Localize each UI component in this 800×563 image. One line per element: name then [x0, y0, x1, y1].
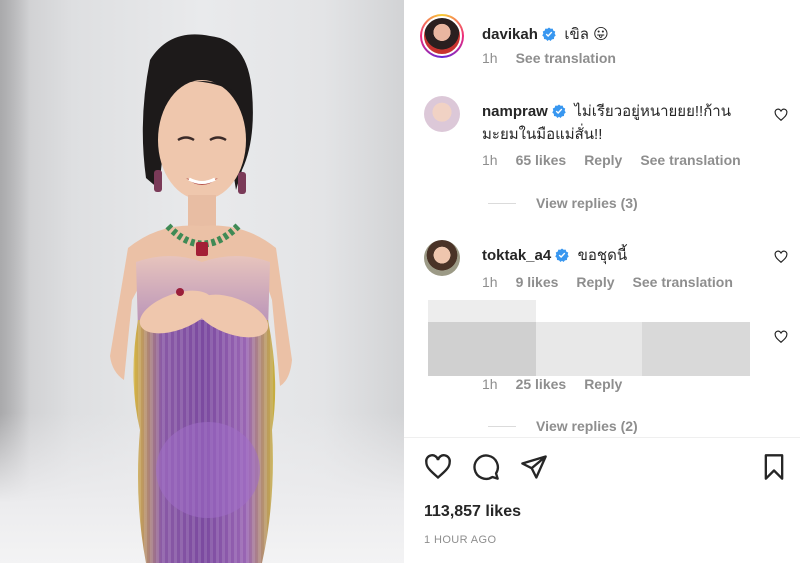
actions-divider	[404, 437, 800, 438]
heart-icon[interactable]	[424, 453, 452, 481]
comment-1-meta: 1h 65 likes Reply See translation	[482, 152, 741, 168]
comment-3-like-heart-icon[interactable]	[774, 330, 788, 344]
comment-1-text-line2: มะยมในมือแม่สั่น!!	[482, 126, 603, 143]
comment-1-like-heart-icon[interactable]	[774, 108, 788, 122]
replies-divider-line	[488, 425, 516, 427]
comment-2-body: toktak_a4 ขอชุดนี้	[482, 244, 627, 267]
comment-1-reply[interactable]: Reply	[584, 152, 622, 168]
comment-2-see-translation[interactable]: See translation	[633, 274, 733, 290]
comment-2-likes[interactable]: 9 likes	[516, 274, 559, 290]
comment-1-time: 1h	[482, 152, 498, 168]
comment-1-text-line1: ไม่เรียวอยู่หนายยย!!ก้าน	[574, 103, 731, 120]
author-avatar[interactable]	[420, 14, 464, 58]
comment-1-see-translation[interactable]: See translation	[640, 152, 740, 168]
view-replies-label: View replies (2)	[536, 418, 638, 434]
caption-meta: 1h See translation	[482, 50, 616, 66]
comment-3-blurred-content	[428, 322, 750, 376]
caption-row: davikah เขิล 😛	[482, 22, 609, 46]
comment-3-likes[interactable]: 25 likes	[516, 376, 567, 392]
caption-time: 1h	[482, 50, 498, 66]
verified-badge-icon	[555, 248, 569, 262]
paper-plane-icon[interactable]	[520, 453, 548, 481]
comment-3-meta: 1h 25 likes Reply	[482, 376, 622, 392]
comment-2-reply[interactable]: Reply	[576, 274, 614, 290]
comment-1-likes[interactable]: 65 likes	[516, 152, 567, 168]
comment-3-blurred-avatar	[428, 300, 536, 322]
blur-segment	[642, 322, 750, 376]
model-figure	[110, 34, 292, 563]
comments-panel: davikah เขิล 😛 1h See translation nampra…	[404, 0, 800, 563]
comment-3-reply[interactable]: Reply	[584, 376, 622, 392]
comment-1-username[interactable]: nampraw	[482, 103, 548, 120]
caption-see-translation[interactable]: See translation	[516, 50, 616, 66]
comment-avatar-nampraw[interactable]	[424, 96, 460, 132]
comment-2-time: 1h	[482, 274, 498, 290]
view-replies-label: View replies (3)	[536, 195, 638, 211]
comment-2-text: ขอชุดนี้	[577, 247, 628, 264]
post-time-ago: 1 HOUR AGO	[424, 534, 497, 546]
verified-badge-icon	[542, 27, 556, 41]
comment-2-like-heart-icon[interactable]	[774, 250, 788, 264]
comment-icon[interactable]	[472, 453, 500, 481]
replies-divider-line	[488, 202, 516, 204]
author-username[interactable]: davikah	[482, 26, 538, 43]
blur-segment	[428, 322, 536, 376]
blur-segment	[536, 322, 642, 376]
comment-3-time: 1h	[482, 376, 498, 392]
bookmark-icon[interactable]	[760, 453, 788, 481]
comment-1-view-replies[interactable]: View replies (3)	[488, 195, 638, 211]
verified-badge-icon	[552, 104, 566, 118]
comment-2-meta: 1h 9 likes Reply See translation	[482, 274, 733, 290]
comment-avatar-toktak_a4[interactable]	[424, 240, 460, 276]
comment-3-view-replies[interactable]: View replies (2)	[488, 418, 638, 434]
comment-2-username[interactable]: toktak_a4	[482, 247, 551, 264]
comment-1-body: nampraw ไม่เรียวอยู่หนายยย!!ก้าน มะยมในม…	[482, 100, 762, 146]
post-photo[interactable]	[0, 0, 404, 563]
post-likes-count[interactable]: 113,857 likes	[424, 503, 521, 521]
caption-text: เขิล 😛	[564, 26, 609, 43]
